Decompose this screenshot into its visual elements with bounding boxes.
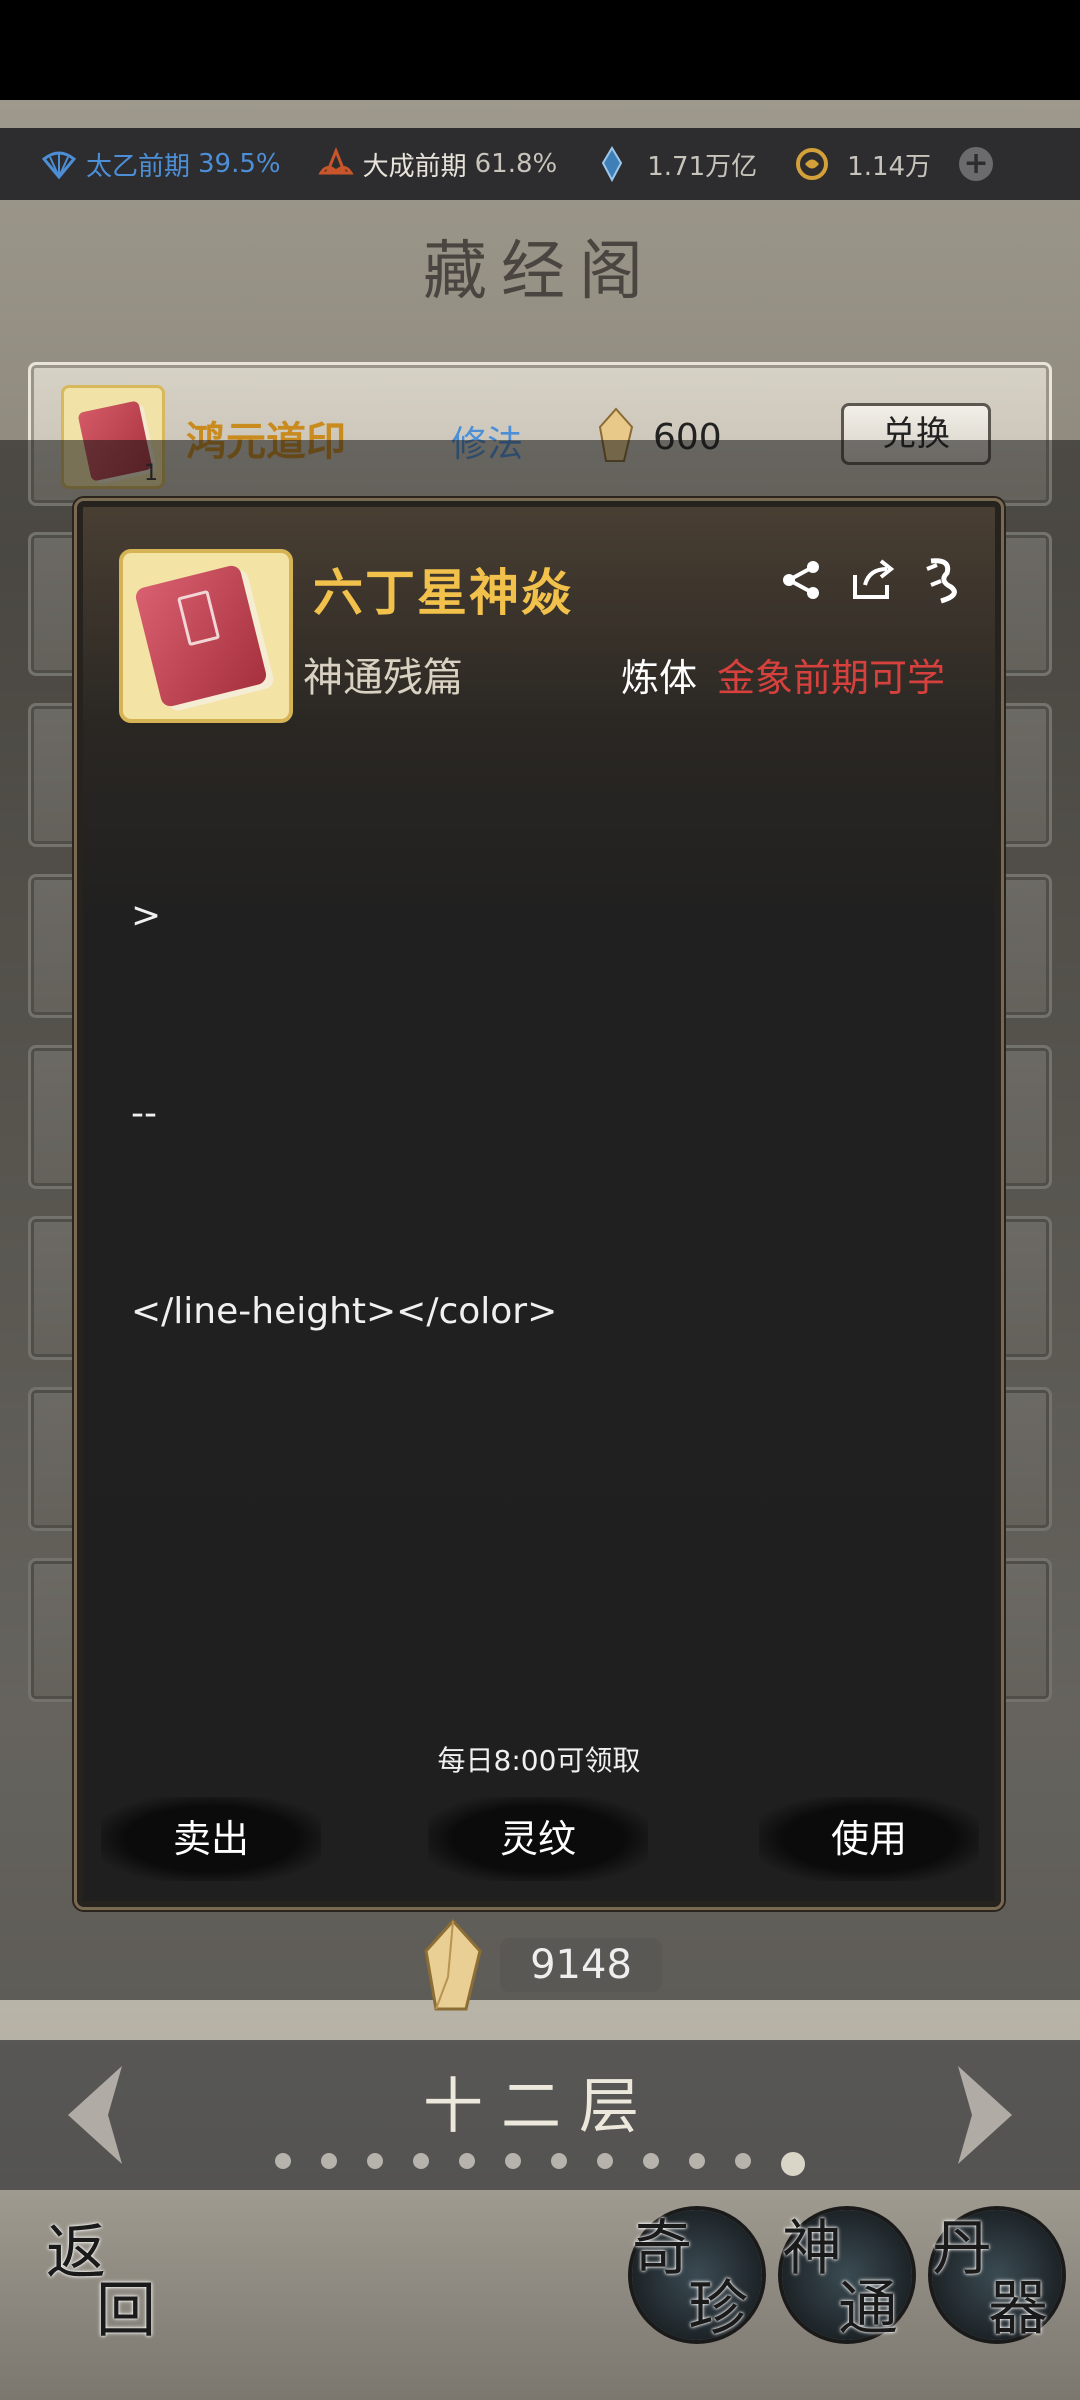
page-dot[interactable] <box>643 2152 659 2169</box>
realm2-value: 61.8% <box>474 149 558 179</box>
item-description: > -- </line-height></color> <box>131 751 557 1477</box>
artifact-char: 器 <box>988 2274 1048 2344</box>
page-dot[interactable] <box>689 2152 705 2169</box>
requirement-value: 金象前期可学 <box>717 656 946 700</box>
export-icon[interactable] <box>847 555 897 605</box>
dialog-actions: 卖出 灵纹 使用 <box>101 1797 979 1881</box>
page-dot[interactable] <box>321 2152 337 2169</box>
page-dot[interactable] <box>551 2152 567 2169</box>
currency-amount: 9148 <box>500 1938 662 1992</box>
page-dot[interactable] <box>735 2152 751 2169</box>
daily-claim-note: 每日8:00可领取 <box>437 1744 641 1777</box>
realm-body[interactable]: 大成前期 61.8% <box>317 145 558 183</box>
page-dot[interactable] <box>367 2152 383 2169</box>
use-button[interactable]: 使用 <box>759 1797 979 1881</box>
fan-icon <box>41 151 77 180</box>
treasure-button[interactable]: 奇 珍 <box>632 2210 762 2344</box>
item-detail-dialog: 六丁星神焱 神通残篇 炼体 金象前期可学 > -- </line-height>… <box>74 498 1004 1910</box>
currency-display: 9148 <box>230 1918 850 2011</box>
page-dot[interactable] <box>459 2152 475 2169</box>
share-icon[interactable] <box>777 555 827 605</box>
description-line: -- <box>131 1093 157 1134</box>
page-dot[interactable] <box>597 2152 613 2169</box>
description-line: </line-height></color> <box>131 1291 558 1332</box>
back-char: 回 <box>96 2276 156 2346</box>
page-dot[interactable] <box>413 2152 429 2169</box>
page-dot[interactable] <box>781 2152 805 2176</box>
item-type: 神通残篇 <box>303 655 463 701</box>
crystal-icon <box>602 146 623 183</box>
dragon-icon[interactable] <box>917 555 967 605</box>
treasure-char: 奇 <box>632 2214 692 2284</box>
realm2-label: 大成前期 <box>362 151 467 182</box>
spirit-stones-value: 1.71万亿 <box>647 151 758 182</box>
page-dot[interactable] <box>505 2152 521 2169</box>
sell-button[interactable]: 卖出 <box>101 1797 321 1881</box>
description-line: > <box>131 895 162 936</box>
coin-icon <box>796 148 829 180</box>
treasure-char: 珍 <box>688 2274 748 2344</box>
book-icon <box>133 563 269 709</box>
page-title: 藏经阁 <box>423 235 657 309</box>
lotus-icon <box>317 146 354 175</box>
realm1-label: 太乙前期 <box>86 151 191 182</box>
floor-navigation: 十二层 <box>0 2040 1080 2190</box>
item-icon <box>119 549 293 723</box>
artifact-char: 丹 <box>932 2214 992 2284</box>
realm-cultivation[interactable]: 太乙前期 39.5% <box>40 145 281 183</box>
dialog-tools <box>757 555 967 605</box>
page-dot[interactable] <box>275 2152 291 2169</box>
floor-label: 十二层 <box>423 2072 657 2142</box>
floor-page-indicator <box>0 2152 1080 2176</box>
divine-char: 通 <box>838 2274 898 2344</box>
add-currency-button[interactable]: + <box>959 147 994 181</box>
coins[interactable]: 1.14万 <box>793 145 931 183</box>
resource-bar: 太乙前期 39.5% 大成前期 61.8% 1.71万亿 1.14万 + <box>0 128 1080 200</box>
artifact-button[interactable]: 丹 器 <box>932 2210 1062 2344</box>
divine-char: 神 <box>782 2214 842 2284</box>
item-name: 六丁星神焱 <box>313 564 573 622</box>
divine-skill-button[interactable]: 神 通 <box>782 2210 912 2344</box>
spirit-stones[interactable]: 1.71万亿 <box>593 145 757 183</box>
rune-button[interactable]: 灵纹 <box>428 1797 648 1881</box>
crystal-icon <box>424 1918 482 2011</box>
requirement-label: 炼体 <box>621 656 698 700</box>
realm1-value: 39.5% <box>198 149 281 179</box>
coins-value: 1.14万 <box>847 151 932 182</box>
back-button[interactable]: 返 回 <box>40 2210 170 2346</box>
